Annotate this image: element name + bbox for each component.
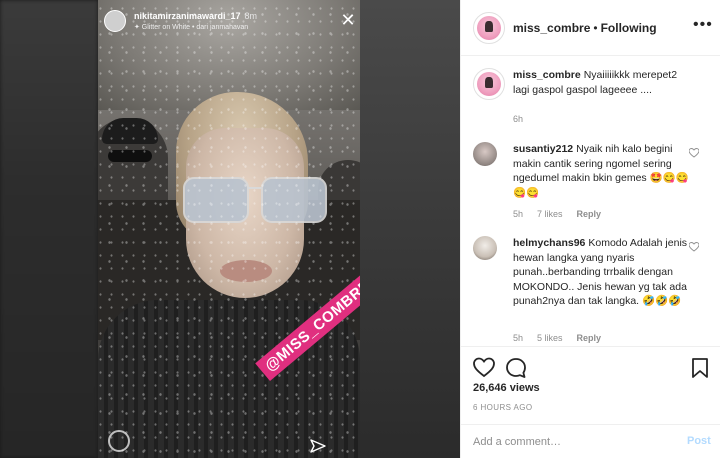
following-button[interactable]: Following (601, 21, 657, 35)
post-header: miss_combre • Following ••• (461, 0, 720, 56)
action-bar (461, 346, 720, 386)
story-media: @MISS_COMBRE nikitamirzanimawardi_17 8m ✦… (0, 0, 460, 458)
commenter-username[interactable]: susantiy212 (513, 143, 573, 155)
caption-username[interactable]: miss_combre (513, 69, 581, 81)
caption-avatar[interactable] (473, 68, 505, 100)
instagram-post-view: @MISS_COMBRE nikitamirzanimawardi_17 8m ✦… (0, 0, 720, 458)
post-side-panel: miss_combre • Following ••• miss_combre Nya… (460, 0, 720, 458)
comment-meta: 5h 5 likes Reply (513, 333, 615, 343)
story-filter-credit[interactable]: ✦ Glitter on White • dari janmahavan (134, 23, 248, 31)
commenter-avatar[interactable] (473, 236, 497, 260)
caption: miss_combre Nyaiiiiikkk merepet2 lagi gas… (473, 68, 709, 128)
more-options-icon[interactable]: ••• (693, 16, 713, 34)
commenter-username[interactable]: helmychans96 (513, 237, 585, 249)
bookmark-icon[interactable] (689, 357, 711, 379)
comment-likes[interactable]: 5 likes (537, 333, 563, 343)
account-avatar[interactable] (473, 12, 505, 44)
caption-time: 6h (513, 114, 524, 124)
account-username[interactable]: miss_combre (513, 21, 590, 35)
story-header: nikitamirzanimawardi_17 8m ✦ Glitter on W… (104, 10, 356, 38)
caption-text: miss_combre Nyaiiiiikkk merepet2 lagi gas… (513, 69, 678, 96)
comment-time: 5h (513, 333, 524, 343)
comment-time: 5h (513, 209, 524, 219)
like-heart-icon[interactable] (473, 357, 495, 379)
camera-icon[interactable] (108, 430, 130, 452)
header-username-row: miss_combre • Following (513, 21, 657, 35)
post-timestamp: 6 HOURS AGO (473, 403, 533, 412)
story-avatar[interactable] (104, 10, 126, 32)
commenter-avatar[interactable] (473, 142, 497, 166)
caption-meta: 6h (513, 114, 537, 124)
view-count[interactable]: 26,646 views (473, 382, 540, 394)
reply-button[interactable]: Reply (577, 209, 602, 219)
comment-input[interactable] (473, 433, 673, 451)
heart-icon[interactable] (689, 148, 699, 158)
comment-likes[interactable]: 7 likes (537, 209, 563, 219)
glitter-filter-overlay (98, 0, 360, 458)
post-button[interactable]: Post (687, 435, 711, 447)
story-time: 8m (244, 11, 258, 21)
blurred-background-left (0, 0, 98, 458)
blurred-background-right (360, 0, 460, 458)
heart-icon[interactable] (689, 242, 699, 252)
comment-bubble-icon[interactable] (505, 357, 527, 379)
story-username[interactable]: nikitamirzanimawardi_17 8m (134, 11, 257, 21)
comment: susantiy212 Nyaik nih kalo begini makin c… (473, 142, 709, 228)
story-frame[interactable]: @MISS_COMBRE (98, 0, 360, 458)
comment-meta: 5h 7 likes Reply (513, 209, 615, 219)
reply-button[interactable]: Reply (577, 333, 602, 343)
send-icon[interactable] (310, 438, 326, 454)
comment-text: helmychans96 Komodo Adalah jenis hewan la… (513, 237, 688, 307)
add-comment-bar: Post (461, 424, 720, 458)
comment-text: susantiy212 Nyaik nih kalo begini makin c… (513, 143, 689, 199)
comment: helmychans96 Komodo Adalah jenis hewan la… (473, 236, 709, 344)
close-icon[interactable]: ✕ (340, 11, 356, 29)
